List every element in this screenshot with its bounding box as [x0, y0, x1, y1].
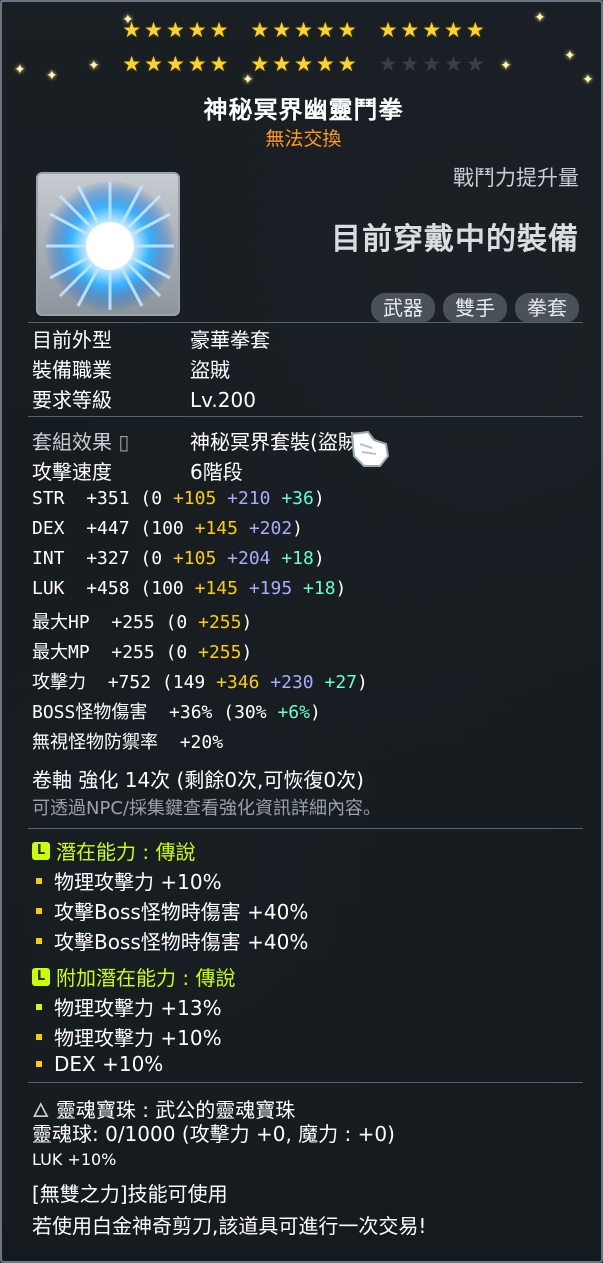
sparkle-icon: ✦	[46, 68, 58, 84]
currently-equipped-label: 目前穿戴中的裝備	[331, 222, 579, 257]
combat-power-label: 戰鬥力提升量	[453, 166, 579, 190]
star-force-row-1: ★ ★ ★ ★ ★ ★ ★ ★ ★ ★ ★ ★ ★ ★ ★	[122, 18, 485, 42]
tag-weapon: 武器	[371, 293, 435, 323]
potential-line: 物理攻擊力 +10%	[36, 866, 222, 895]
tag-claw: 拳套	[515, 293, 579, 323]
legendary-badge-icon: L	[32, 967, 50, 986]
stat-max-hp: 最大HP +255 (0 +255)	[32, 612, 253, 633]
stat-max-mp: 最大MP +255 (0 +255)	[32, 642, 253, 663]
item-tags: 武器 雙手 拳套	[371, 293, 579, 323]
sparkle-icon: ✦	[14, 62, 26, 78]
platinum-scissors-notice: 若使用白金神奇剪刀,該道具可進行一次交易!	[32, 1214, 427, 1238]
soul-orb-status: 靈魂球: 0/1000 (攻擊力 +0, 魔力 : +0)	[32, 1122, 395, 1146]
sparkle-icon: ✦	[500, 58, 512, 74]
tag-two-handed: 雙手	[443, 293, 507, 323]
divider	[28, 828, 583, 829]
stat-str: STR +351 (0 +105 +210 +36)	[32, 488, 325, 509]
item-icon	[36, 172, 180, 316]
stat-luk: LUK +458 (100 +145 +195 +18)	[32, 578, 347, 599]
bonus-potential-line: 物理攻擊力 +10%	[36, 1022, 222, 1051]
sparkle-icon: ✦	[582, 72, 594, 88]
divider	[28, 322, 583, 323]
bonus-potential-line: 物理攻擊力 +13%	[36, 992, 222, 1021]
sparkle-icon: ✦	[564, 48, 576, 64]
info-appearance: 目前外型 豪華拳套	[32, 328, 270, 352]
attack-speed: 攻擊速度 6階段	[32, 460, 243, 484]
info-required-level: 要求等級 Lv.200	[32, 388, 256, 412]
stat-boss-damage: BOSS怪物傷害 +36% (30% +6%)	[32, 702, 321, 723]
divider	[28, 416, 583, 417]
energy-burst-icon	[44, 180, 176, 312]
scroll-enhance: 卷軸 強化 14次 (剩餘0次,可恢復0次)	[32, 768, 364, 792]
trade-restriction: 無法交換	[265, 128, 342, 150]
potential-line: 攻擊Boss怪物時傷害 +40%	[36, 926, 308, 955]
item-tooltip: ★ ★ ★ ★ ★ ★ ★ ★ ★ ★ ★ ★ ★ ★ ★ ★ ★ ★ ★ ★ ★ ★ ★ ★ ★ ★ ★ ★ ★ ★ ✦ ✦ …	[0, 0, 603, 1263]
bonus-potential-line: DEX +10%	[36, 1052, 163, 1076]
set-effect: 套組效果 ▯ 神秘冥界套裝(盜賊)	[32, 430, 366, 454]
potential-header: L 潛在能力 : 傳說	[32, 836, 195, 865]
glove-cursor-icon	[350, 430, 390, 467]
mouse-icon: ▯	[118, 430, 130, 454]
item-name: 神秘冥界幽靈鬥拳	[203, 96, 404, 124]
divider	[28, 1082, 583, 1083]
potential-line: 攻擊Boss怪物時傷害 +40%	[36, 896, 308, 925]
sparkle-icon: ✦	[88, 58, 100, 74]
soul-extra-stat: LUK +10%	[32, 1150, 117, 1169]
stat-attack: 攻擊力 +752 (149 +346 +230 +27)	[32, 672, 368, 693]
stat-dex: DEX +447 (100 +145 +202)	[32, 518, 304, 539]
stat-int: INT +327 (0 +105 +204 +18)	[32, 548, 325, 569]
stat-ignore-defense: 無視怪物防禦率 +20%	[32, 732, 224, 753]
sparkle-icon: ✦	[242, 72, 254, 88]
info-job: 裝備職業 盜賊	[32, 358, 230, 382]
sparkle-icon: ✦	[122, 12, 134, 28]
soul-skill: [無雙之力]技能可使用	[32, 1182, 228, 1206]
bonus-potential-header: L 附加潛在能力 : 傳說	[32, 962, 235, 991]
legendary-badge-icon: L	[32, 841, 50, 860]
scroll-hint: 可透過NPC/採集鍵查看強化資訊詳細內容。	[32, 798, 381, 819]
sparkle-icon: ✦	[534, 10, 546, 26]
